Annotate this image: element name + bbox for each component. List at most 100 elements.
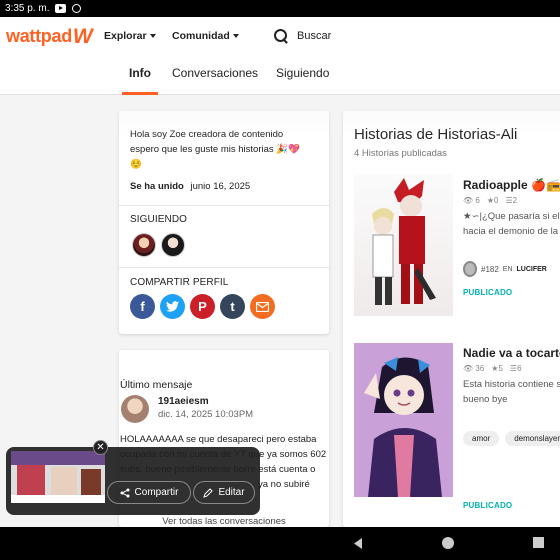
- message-line: HOLAAAAAAA se que desapareci pero estaba: [120, 434, 317, 445]
- share-icon: [120, 488, 130, 497]
- story-ranking[interactable]: #182 EN LUCIFER: [463, 261, 547, 277]
- following-avatar[interactable]: [161, 233, 185, 257]
- about-card: Hola soy Zoe creadora de contenido esper…: [119, 111, 329, 334]
- status-bar: 3:35 p. m.: [0, 0, 560, 17]
- nav-comunidad-label: Comunidad: [172, 30, 230, 42]
- following-avatar[interactable]: [132, 233, 156, 257]
- story-title[interactable]: Radioapple 🍎📻: [463, 178, 560, 192]
- story-cover[interactable]: [354, 174, 453, 316]
- search-label: Buscar: [297, 30, 332, 42]
- twitter-icon[interactable]: [160, 294, 185, 319]
- reads-count: 6: [475, 196, 480, 205]
- avatar[interactable]: [121, 395, 149, 423]
- divider: [119, 267, 329, 268]
- joined-date: junio 16, 2025: [190, 181, 251, 192]
- view-all-conversations-link[interactable]: Ver todas las conversaciones: [119, 516, 329, 527]
- message-username[interactable]: 191aeiesm: [158, 396, 209, 407]
- status-time: 3:35 p. m.: [5, 3, 50, 14]
- votes-stat: ★0: [487, 196, 499, 205]
- eye-icon: 👁: [463, 196, 474, 205]
- tab-conversaciones[interactable]: Conversaciones: [172, 66, 258, 95]
- game-controller-icon: [72, 4, 82, 13]
- content-fade: [0, 96, 560, 136]
- star-icon: ★: [486, 196, 495, 205]
- profile-tabs: Info Conversaciones Siguiendo: [0, 56, 560, 95]
- following-label: SIGUIENDO: [130, 214, 188, 225]
- pencil-icon: [203, 487, 214, 498]
- facebook-icon[interactable]: f: [130, 294, 155, 319]
- tab-info[interactable]: Info: [122, 66, 158, 95]
- youtube-icon: [55, 4, 67, 13]
- stories-count: 4 Historias publicadas: [354, 148, 447, 159]
- description-line: ★∽|¿Que pasaría si el: [463, 211, 560, 222]
- recents-icon[interactable]: [533, 537, 544, 548]
- back-icon[interactable]: [352, 537, 364, 550]
- search-button[interactable]: Buscar: [273, 28, 331, 44]
- bio-line: ☺️: [130, 159, 142, 170]
- divider: [119, 205, 329, 206]
- chevron-down-icon: [232, 34, 239, 38]
- votes-count: 5: [498, 364, 503, 373]
- pip-thumbnail[interactable]: [11, 451, 105, 503]
- parts-count: 2: [512, 196, 518, 205]
- reads-stat: 👁 36: [463, 364, 484, 373]
- pinterest-icon[interactable]: P: [190, 294, 215, 319]
- story-cover[interactable]: [354, 343, 453, 497]
- list-icon: ☰: [505, 196, 513, 205]
- share-button-label: Compartir: [134, 487, 179, 498]
- parts-stat: ☰2: [505, 196, 517, 205]
- story-cover-art: [364, 357, 442, 497]
- status-badge: PUBLICADO: [463, 288, 513, 297]
- rank-tag: LUCIFER: [516, 265, 547, 273]
- description-line: hacia el demonio de la: [463, 226, 559, 237]
- votes-stat: ★5: [491, 364, 503, 373]
- wattpad-logo[interactable]: wattpad W: [6, 25, 93, 49]
- story-description: Esta historia contiene s bueno bye: [463, 377, 560, 407]
- nav-explorar[interactable]: Explorar: [104, 30, 156, 42]
- tag-chip[interactable]: amor: [463, 431, 500, 446]
- votes-count: 0: [494, 196, 499, 205]
- story-title[interactable]: Nadie va a tocarte: [463, 346, 560, 360]
- rank-number: #182: [481, 264, 499, 274]
- message-date: dic. 14, 2025 10:03PM: [158, 409, 254, 420]
- logo-text: wattpad: [6, 26, 72, 46]
- close-icon[interactable]: ✕: [93, 440, 108, 455]
- search-icon: [273, 28, 289, 44]
- home-icon[interactable]: [442, 537, 454, 549]
- tab-siguiendo[interactable]: Siguiendo: [276, 66, 329, 95]
- pip-overlay: ✕ Compartir Editar: [6, 440, 260, 515]
- parts-stat: ☰6: [510, 364, 522, 373]
- rank-in: EN: [502, 265, 513, 273]
- story-tags: amor demonslayer: [463, 431, 560, 446]
- email-icon[interactable]: [250, 294, 275, 319]
- story-stats: 👁 36 ★5 ☰6: [463, 364, 522, 373]
- story-stats: 👁 6 ★0 ☰2: [463, 196, 517, 205]
- share-button[interactable]: Compartir: [107, 481, 191, 504]
- share-profile-label: COMPARTIR PERFIL: [130, 277, 229, 288]
- story-description: ★∽|¿Que pasaría si el hacia el demonio d…: [463, 209, 560, 239]
- nav-comunidad[interactable]: Comunidad: [172, 30, 239, 42]
- eye-icon: 👁: [463, 364, 474, 373]
- bio-line: espero que les guste mis historias 🎉💖: [130, 144, 300, 155]
- top-navbar: wattpad W Explorar Comunidad Buscar: [0, 17, 560, 56]
- joined-info: Se ha unido junio 16, 2025: [130, 181, 250, 192]
- description-line: bueno bye: [463, 394, 508, 405]
- parts-count: 6: [517, 364, 522, 373]
- nav-explorar-label: Explorar: [104, 30, 147, 42]
- reads-count: 36: [475, 364, 485, 373]
- tag-chip[interactable]: demonslayer: [505, 431, 560, 446]
- status-badge: PUBLICADO: [463, 501, 513, 510]
- logo-mark: W: [72, 24, 93, 48]
- ribbon-icon: [463, 261, 477, 277]
- story-cover-art: [372, 178, 436, 305]
- joined-label: Se ha unido: [130, 181, 184, 192]
- edit-button[interactable]: Editar: [193, 481, 255, 504]
- last-message-heading: Último mensaje: [120, 379, 193, 391]
- tumblr-icon[interactable]: t: [220, 294, 245, 319]
- chevron-down-icon: [149, 34, 156, 38]
- reads-stat: 👁 6: [463, 196, 480, 205]
- edit-button-label: Editar: [218, 487, 245, 498]
- system-nav-bar: [0, 527, 560, 560]
- stories-card: Historias de Historias-Ali 4 Historias p…: [343, 111, 560, 527]
- description-line: Esta historia contiene s: [463, 379, 560, 390]
